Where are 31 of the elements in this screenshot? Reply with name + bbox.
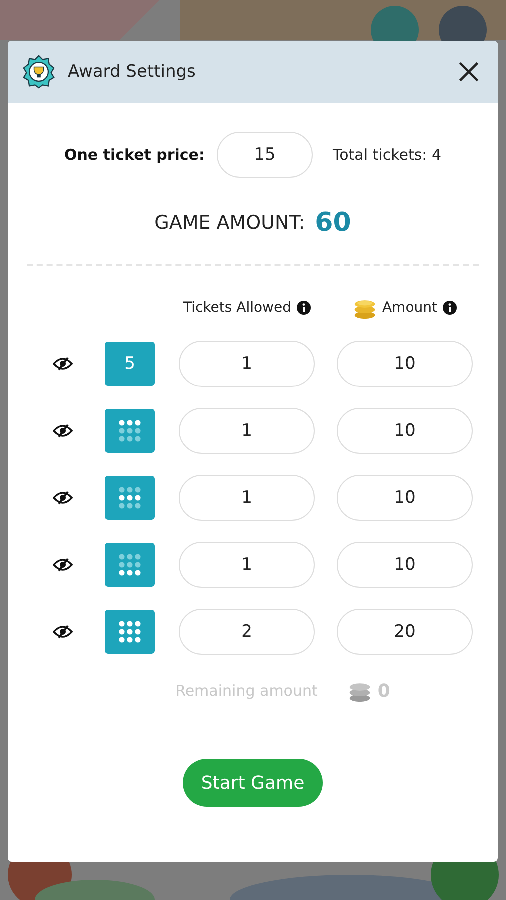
info-icon[interactable] [442, 301, 456, 315]
eye-slash-icon[interactable] [53, 625, 73, 639]
tickets-field[interactable]: 1 [179, 542, 315, 588]
pattern-tile[interactable] [105, 543, 155, 587]
pattern-tile[interactable] [105, 476, 155, 520]
info-icon[interactable] [296, 301, 311, 315]
tickets-field[interactable]: 1 [179, 408, 315, 454]
dialog-title: Award Settings [68, 62, 197, 82]
tickets-field[interactable]: 1 [179, 341, 315, 387]
amount-field[interactable]: 10 [337, 475, 473, 521]
eye-slash-icon[interactable] [53, 491, 73, 505]
pattern-tile[interactable] [105, 610, 155, 654]
amount-field[interactable]: 10 [337, 341, 473, 387]
price-field[interactable]: 15 [216, 132, 313, 178]
pattern-tile[interactable] [105, 409, 155, 453]
tickets-field[interactable]: 1 [179, 475, 315, 521]
price-label: One ticket price: [64, 146, 205, 164]
game-amount-value: 60 [315, 208, 352, 238]
trophy-badge-icon [22, 55, 56, 89]
eye-slash-icon[interactable] [53, 424, 73, 438]
amount-field[interactable]: 20 [337, 609, 473, 655]
close-icon [458, 61, 480, 83]
column-header: Tickets Allowed [183, 300, 292, 316]
column-header: Amount [382, 300, 438, 316]
total-tickets-text: Total tickets: 4 [332, 146, 442, 164]
eye-slash-icon[interactable] [53, 357, 73, 371]
tickets-field[interactable]: 2 [179, 609, 315, 655]
eye-slash-icon[interactable] [53, 558, 73, 572]
amount-field[interactable]: 10 [337, 408, 473, 454]
amount-field[interactable]: 10 [337, 542, 473, 588]
game-amount-label: GAME AMOUNT: [154, 212, 306, 234]
